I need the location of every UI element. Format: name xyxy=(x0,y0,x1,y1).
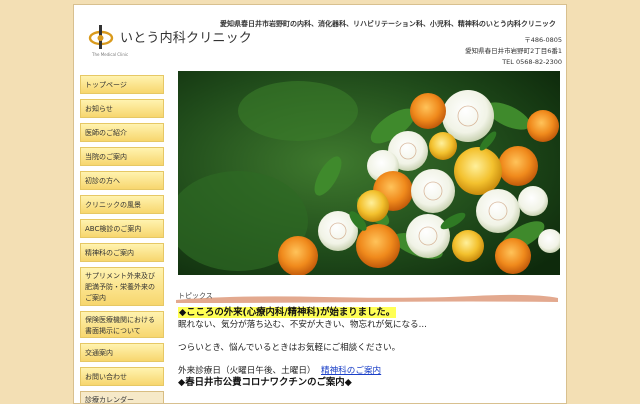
calendar-heading: 診療カレンダー xyxy=(80,391,164,403)
headline-covid-vaccine: ◆春日井市公費コロナワクチンのご案内◆ xyxy=(178,377,352,388)
page-container: いとう内科クリニック The Medical Clinic 愛知県春日井市岩野町… xyxy=(73,4,567,404)
postal-code: 〒486-0805 xyxy=(524,36,562,44)
hero-flower-image xyxy=(178,71,560,275)
header: いとう内科クリニック The Medical Clinic 愛知県春日井市岩野町… xyxy=(74,5,566,69)
sidebar-item-supplement[interactable]: サプリメント外来及び肥満予防・栄養外来のご案内 xyxy=(80,267,164,306)
logo-mark-icon xyxy=(88,25,114,49)
sidebar-item-first-visit[interactable]: 初診の方へ xyxy=(80,171,164,190)
address: 愛知県春日井市岩野町2丁目6番1 xyxy=(465,47,562,55)
topics-brush-stroke xyxy=(176,294,558,303)
sidebar-item-doctors[interactable]: 医師のご紹介 xyxy=(80,123,164,142)
flower-bouquet-image xyxy=(178,71,560,275)
content-line-1: 眠れない、気分が落ち込む、不安が大きい、物忘れが気になる... xyxy=(178,320,427,330)
schedule-text: 外来診療日（火曜日午後、土曜日） xyxy=(178,366,316,376)
headline-kokoro-clinic: ◆こころの外来(心療内科/精神科)が始まりました。 xyxy=(178,307,397,318)
clinic-logo[interactable]: いとう内科クリニック The Medical Clinic xyxy=(86,19,252,59)
sidebar-nav: トップページ お知らせ 医師のご紹介 当院のご案内 初診の方へ クリニックの風景… xyxy=(80,75,168,403)
logo-tagline-small: The Medical Clinic xyxy=(92,52,129,57)
phone-number: TEL 0568-82-2300 xyxy=(502,58,562,66)
content-line-2: つらいとき、悩んでいるときはお気軽にご相談ください。 xyxy=(178,343,401,353)
sidebar-item-insurance-notice[interactable]: 保険医療機関における書面掲示について xyxy=(80,311,164,338)
sidebar-item-abc-screening[interactable]: ABC検診のご案内 xyxy=(80,219,164,238)
logo-name: いとう内科クリニック xyxy=(120,31,253,46)
sidebar-item-scenery[interactable]: クリニックの風景 xyxy=(80,195,164,214)
sidebar-item-psychiatry[interactable]: 精神科のご案内 xyxy=(80,243,164,262)
sidebar-item-news[interactable]: お知らせ xyxy=(80,99,164,118)
topics-heading: トピックス xyxy=(174,289,560,305)
sidebar-item-access[interactable]: 交通案内 xyxy=(80,343,164,362)
contact-info: 〒486-0805 愛知県春日井市岩野町2丁目6番1 TEL 0568-82-2… xyxy=(465,35,562,68)
sidebar-item-clinic-info[interactable]: 当院のご案内 xyxy=(80,147,164,166)
topics-content: ◆こころの外来(心療内科/精神科)が始まりました。 眠れない、気分が落ち込む、不… xyxy=(178,307,558,389)
site-tagline: 愛知県春日井市岩野町の内科、消化器科、リハビリテーション科、小児科、精神科のいと… xyxy=(220,20,556,28)
sidebar-item-top[interactable]: トップページ xyxy=(80,75,164,94)
psychiatry-info-link[interactable]: 精神科のご案内 xyxy=(321,366,381,376)
sidebar-item-contact[interactable]: お問い合わせ xyxy=(80,367,164,386)
topics-label: トピックス xyxy=(178,292,213,300)
